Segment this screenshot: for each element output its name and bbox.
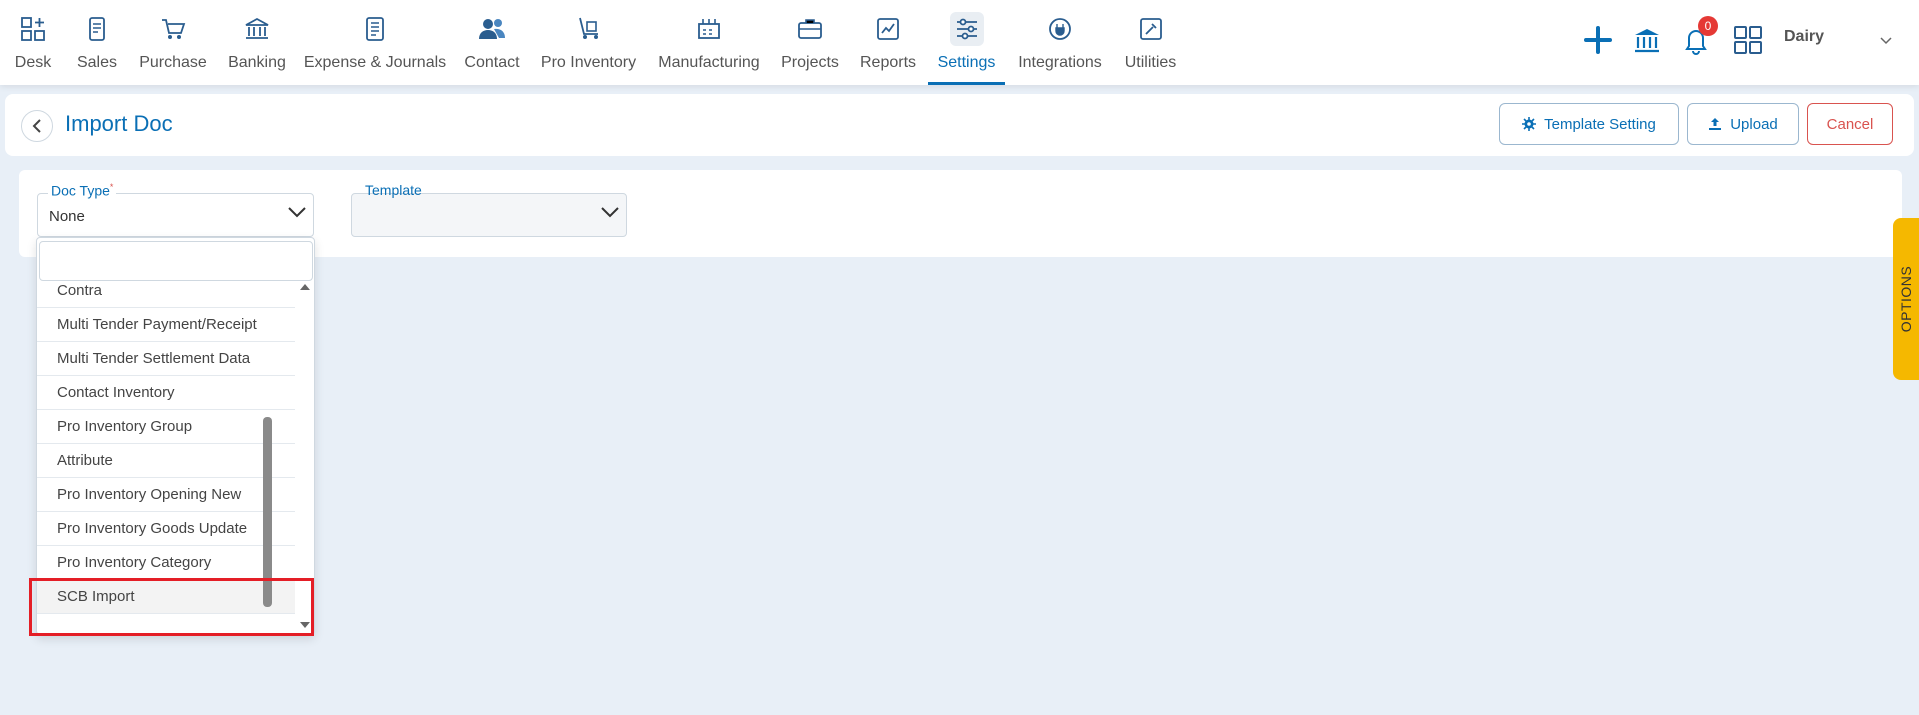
gear-icon <box>1522 117 1537 131</box>
nav-settings[interactable]: Settings <box>928 0 1005 85</box>
template-setting-button[interactable]: Template Setting <box>1499 103 1679 145</box>
tools-icon <box>1134 12 1168 46</box>
upload-icon <box>1709 118 1722 130</box>
nav-label: Contact <box>464 54 520 71</box>
chevron-down-icon[interactable] <box>1880 32 1892 50</box>
nav-label: Sales <box>76 54 118 71</box>
cancel-label: Cancel <box>1826 115 1874 133</box>
nav-label: Integrations <box>1018 54 1102 71</box>
dropdown-option[interactable]: Pro Inventory Group <box>37 410 295 444</box>
nav-purchase[interactable]: Purchase <box>139 0 207 85</box>
back-button[interactable] <box>21 110 53 142</box>
page-header: Import Doc Template Setting Upload Cance… <box>5 94 1914 156</box>
nav-pro-inventory[interactable]: Pro Inventory <box>541 0 636 85</box>
options-label: OPTIONS <box>1898 265 1914 333</box>
apps-grid-icon <box>1734 26 1762 54</box>
chevron-left-icon <box>32 119 41 133</box>
apps-grid-button[interactable] <box>1730 22 1766 58</box>
company-name[interactable]: Dairy <box>1784 28 1824 46</box>
nav-label: Manufacturing <box>658 54 760 71</box>
nav-label: Banking <box>228 54 286 71</box>
nav-integrations[interactable]: Integrations <box>1017 0 1103 85</box>
doc-type-label: Doc Type* <box>48 182 117 199</box>
plus-icon <box>1584 26 1612 54</box>
nav-label: Pro Inventory <box>540 54 637 71</box>
scroll-up-arrow-icon[interactable] <box>297 281 313 293</box>
notifications-button[interactable]: 0 <box>1678 16 1718 58</box>
options-side-tab[interactable]: OPTIONS <box>1893 218 1919 380</box>
dropdown-option[interactable]: Attribute <box>37 444 295 478</box>
trolley-icon <box>572 12 606 46</box>
template-setting-label: Template Setting <box>1544 115 1656 133</box>
upload-label: Upload <box>1730 115 1778 133</box>
doc-type-select[interactable]: Doc Type* None <box>37 182 314 237</box>
notification-badge: 0 <box>1698 16 1718 36</box>
nav-contact[interactable]: Contact <box>464 0 520 85</box>
contacts-icon <box>475 12 509 46</box>
template-label: Template <box>365 182 422 198</box>
nav-label: Settings <box>937 54 996 71</box>
report-chart-icon <box>871 12 905 46</box>
nav-expense-journals[interactable]: Expense & Journals <box>304 0 446 85</box>
nav-label: Purchase <box>139 54 207 71</box>
nav-sales[interactable]: Sales <box>77 0 117 85</box>
nav-label: Utilities <box>1124 54 1177 71</box>
nav-utilities[interactable]: Utilities <box>1124 0 1177 85</box>
page-title: Import Doc <box>65 111 173 136</box>
nav-label: Expense & Journals <box>303 54 447 71</box>
bank-icon <box>240 12 274 46</box>
nav-label: Projects <box>781 54 839 71</box>
dropdown-option[interactable]: Contra <box>37 274 295 308</box>
dropdown-option[interactable]: Multi Tender Payment/Receipt <box>37 308 295 342</box>
nav-label: Desk <box>14 54 52 71</box>
template-select[interactable]: Template <box>351 182 627 237</box>
sliders-icon <box>949 12 984 46</box>
nav-reports[interactable]: Reports <box>860 0 916 85</box>
doc-type-value: None <box>49 208 85 225</box>
nav-projects[interactable]: Projects <box>781 0 839 85</box>
cancel-button[interactable]: Cancel <box>1807 103 1893 145</box>
plug-icon <box>1043 12 1077 46</box>
upload-button[interactable]: Upload <box>1687 103 1799 145</box>
doc-type-dropdown: Contra Multi Tender Payment/Receipt Mult… <box>36 237 315 635</box>
dropdown-option[interactable]: Multi Tender Settlement Data <box>37 342 295 376</box>
highlight-annotation <box>29 578 314 636</box>
nav-manufacturing[interactable]: Manufacturing <box>657 0 761 85</box>
bank-icon <box>1635 29 1659 53</box>
dropdown-option[interactable]: Pro Inventory Goods Update <box>37 512 295 546</box>
nav-banking[interactable]: Banking <box>228 0 286 85</box>
nav-desk[interactable]: Desk <box>13 0 53 85</box>
cart-icon <box>156 12 190 46</box>
chevron-down-icon[interactable] <box>287 206 307 225</box>
grid-plus-icon <box>16 12 50 46</box>
dropdown-option[interactable]: Contact Inventory <box>37 376 295 410</box>
briefcase-icon <box>793 12 827 46</box>
journal-icon <box>358 12 392 46</box>
receipt-icon <box>80 12 114 46</box>
chevron-down-icon[interactable] <box>600 206 620 225</box>
quick-add-button[interactable] <box>1580 22 1616 58</box>
dropdown-option[interactable]: Pro Inventory Opening New <box>37 478 295 512</box>
nav-label: Reports <box>859 54 917 71</box>
dropdown-option[interactable]: Pro Inventory Category <box>37 546 295 580</box>
bank-shortcut-button[interactable] <box>1629 22 1665 58</box>
top-navigation: Desk Sales Purchase Banking Expense & Jo… <box>0 0 1919 85</box>
factory-icon <box>692 12 726 46</box>
